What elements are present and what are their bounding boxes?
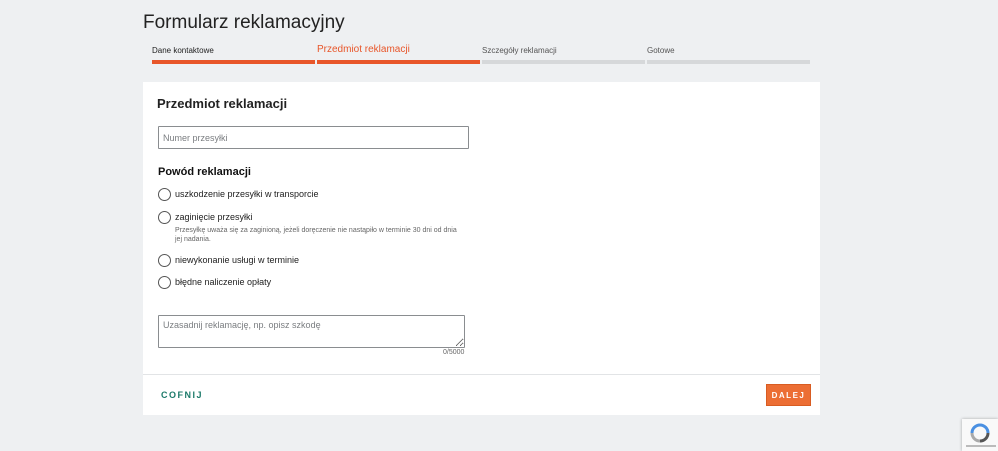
- radio-button[interactable]: [158, 188, 171, 201]
- step-label: Dane kontaktowe: [152, 46, 214, 55]
- reason-option-wrong-charge[interactable]: błędne naliczenie opłaty: [158, 276, 271, 289]
- step-done: Gotowe: [647, 44, 810, 64]
- reason-option-service-not-on-time[interactable]: niewykonanie usługi w terminie: [158, 254, 299, 267]
- step-complaint-subject: Przedmiot reklamacji: [317, 44, 480, 64]
- section-title: Przedmiot reklamacji: [157, 96, 288, 111]
- step-label: Szczegóły reklamacji: [482, 46, 557, 55]
- character-counter: 0/5000: [443, 349, 465, 356]
- step-label: Gotowe: [647, 46, 675, 55]
- shipment-number-input[interactable]: [158, 126, 469, 149]
- reason-help-text: Przesyłkę uważa się za zaginioną, jeżeli…: [175, 227, 457, 243]
- form-card: Przedmiot reklamacji Powód reklamacji us…: [143, 82, 820, 415]
- step-progress-bar: [647, 60, 810, 64]
- next-button[interactable]: DALEJ: [766, 384, 811, 406]
- step-progress-bar: [152, 60, 315, 64]
- reason-heading: Powód reklamacji: [158, 166, 251, 178]
- reason-label: błędne naliczenie opłaty: [175, 277, 272, 287]
- step-progress-bar: [317, 60, 480, 64]
- step-contact-details: Dane kontaktowe: [152, 44, 315, 64]
- step-progress-bar: [482, 60, 645, 64]
- reason-option-transport-damage[interactable]: uszkodzenie przesyłki w transporcie: [158, 188, 319, 201]
- reason-label: niewykonanie usługi w terminie: [175, 255, 300, 265]
- justification-textarea[interactable]: [158, 315, 465, 348]
- step-complaint-details: Szczegóły reklamacji: [482, 44, 645, 64]
- back-button[interactable]: COFNIJ: [161, 390, 203, 400]
- reason-label: uszkodzenie przesyłki w transporcie: [175, 189, 319, 199]
- radio-button[interactable]: [158, 276, 171, 289]
- radio-button[interactable]: [158, 211, 171, 224]
- footer-divider: [143, 374, 820, 375]
- step-label: Przedmiot reklamacji: [317, 44, 410, 55]
- reason-option-lost-parcel[interactable]: zaginięcie przesyłki Przesyłkę uważa się…: [158, 211, 460, 244]
- recaptcha-icon: [970, 423, 990, 443]
- reason-label: zaginięcie przesyłki: [175, 212, 253, 222]
- recaptcha-badge[interactable]: [962, 419, 998, 451]
- page-title: Formularz reklamacyjny: [143, 12, 345, 33]
- radio-button[interactable]: [158, 254, 171, 267]
- recaptcha-footer: [966, 445, 996, 447]
- progress-stepper: Dane kontaktowe Przedmiot reklamacji Szc…: [152, 44, 812, 64]
